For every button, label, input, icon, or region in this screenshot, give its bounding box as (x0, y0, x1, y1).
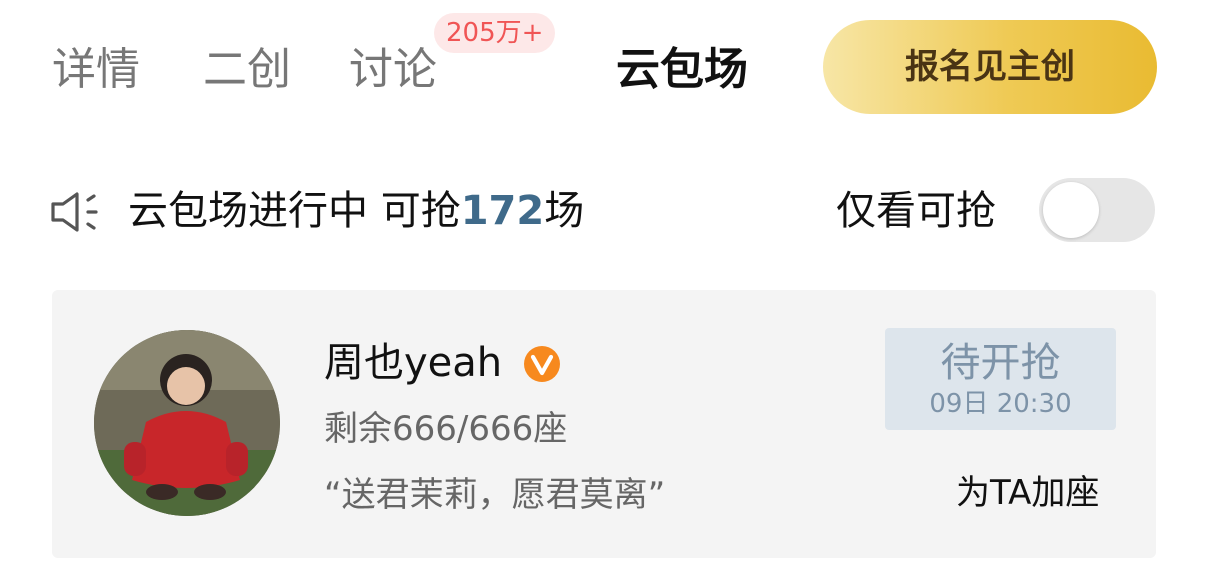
pending-grab-button[interactable]: 待开抢 09日 20:30 (885, 328, 1116, 430)
only-available-toggle[interactable] (1039, 178, 1155, 242)
avatar-photo (94, 330, 280, 516)
notice-prefix: 云包场进行中 可抢 (128, 188, 461, 234)
verified-v-badge-icon (524, 346, 560, 382)
tab-fan-creations[interactable]: 二创 (203, 42, 291, 98)
tab-cloud-screening[interactable]: 云包场 (616, 42, 748, 98)
available-count: 172 (460, 188, 545, 234)
tab-discussion[interactable]: 讨论 (349, 42, 437, 98)
screening-quote: “送君茉莉，愿君莫离” (324, 475, 666, 515)
speaker-icon (51, 192, 98, 232)
toggle-knob (1043, 182, 1099, 238)
signup-meet-cast-button[interactable]: 报名见主创 (823, 20, 1157, 114)
only-available-filter-label: 仅看可抢 (836, 188, 996, 234)
grab-label: 待开抢 (940, 340, 1061, 386)
screening-status-notice: 云包场进行中 可抢172场 (128, 186, 584, 236)
add-seat-link[interactable]: 为TA加座 (956, 470, 1099, 516)
avatar[interactable] (94, 330, 280, 516)
tab-details[interactable]: 详情 (52, 42, 140, 98)
screening-card[interactable]: 周也yeah 剩余666/666座 “送君茉莉，愿君莫离” 待开抢 09日 20… (52, 290, 1156, 558)
notice-suffix: 场 (544, 188, 585, 234)
seats-remaining: 剩余666/666座 (324, 409, 568, 449)
grab-time: 09日 20:30 (929, 389, 1072, 419)
user-name[interactable]: 周也yeah (324, 338, 502, 388)
discussion-count-badge: 205万+ (434, 13, 556, 53)
